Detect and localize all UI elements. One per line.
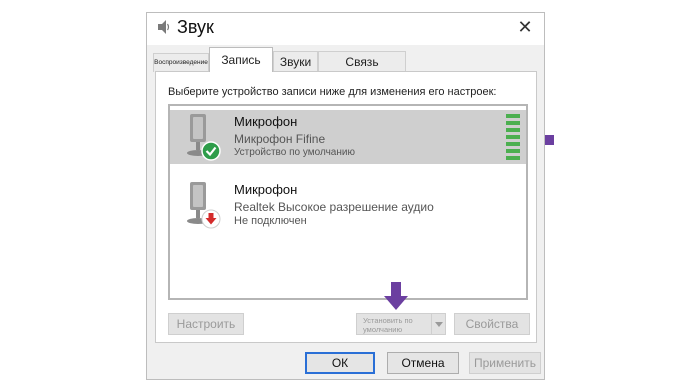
tab-label: Звуки: [279, 55, 312, 69]
button-label: Настроить: [176, 317, 236, 331]
microphone-icon: [187, 182, 221, 229]
checkmark-icon: [201, 141, 221, 161]
window-title: Звук: [177, 17, 214, 37]
instruction-text: Выберите устройство записи ниже для изме…: [168, 86, 497, 98]
device-description: Микрофон Fifine: [234, 132, 326, 146]
tab-label: Связь: [345, 55, 379, 69]
down-arrow-icon: [201, 209, 221, 229]
tab-sounds[interactable]: Звуки: [273, 51, 318, 72]
button-label: ОК: [331, 356, 349, 370]
set-default-dropdown[interactable]: [431, 314, 445, 334]
device-item-realtek[interactable]: Микрофон Realtek Высокое разрешение ауди…: [170, 178, 526, 232]
device-status: Устройство по умолчанию: [234, 147, 355, 158]
set-default-button[interactable]: Установить по умолчанию: [356, 313, 446, 335]
tab-recording[interactable]: Запись: [209, 47, 273, 72]
title-bar: Звук ✕: [147, 13, 544, 45]
device-description: Realtek Высокое разрешение аудио: [234, 200, 434, 214]
device-list[interactable]: Микрофон Микрофон Fifine Устройство по у…: [168, 104, 528, 300]
button-label: Свойства: [465, 317, 519, 331]
device-item-fifine[interactable]: Микрофон Микрофон Fifine Устройство по у…: [170, 110, 526, 164]
sound-dialog: Звук ✕ Воспроизведение Запись Звуки Связ…: [146, 12, 545, 380]
device-status: Не подключен: [234, 215, 307, 227]
device-name: Микрофон: [234, 114, 298, 129]
tab-label: Воспроизведение: [154, 59, 208, 66]
recording-panel: Выберите устройство записи ниже для изме…: [155, 71, 537, 343]
cancel-button[interactable]: Отмена: [387, 352, 459, 374]
chevron-down-icon: [435, 322, 443, 327]
apply-button[interactable]: Применить: [469, 352, 541, 374]
close-button[interactable]: ✕: [512, 15, 538, 39]
callout-arrow-down-icon: [384, 282, 408, 310]
tab-label: Запись: [221, 53, 261, 67]
configure-button[interactable]: Настроить: [168, 313, 244, 335]
properties-button[interactable]: Свойства: [454, 313, 530, 335]
button-label: Применить: [473, 356, 536, 370]
speaker-icon: [158, 20, 170, 34]
button-label: Отмена: [401, 356, 445, 370]
tab-playback[interactable]: Воспроизведение: [153, 53, 209, 72]
ok-button[interactable]: ОК: [305, 352, 375, 374]
tab-communications[interactable]: Связь: [318, 51, 406, 72]
microphone-icon: [187, 114, 221, 161]
level-meter: [506, 114, 520, 160]
device-name: Микрофон: [234, 182, 298, 197]
close-icon: ✕: [517, 17, 533, 37]
